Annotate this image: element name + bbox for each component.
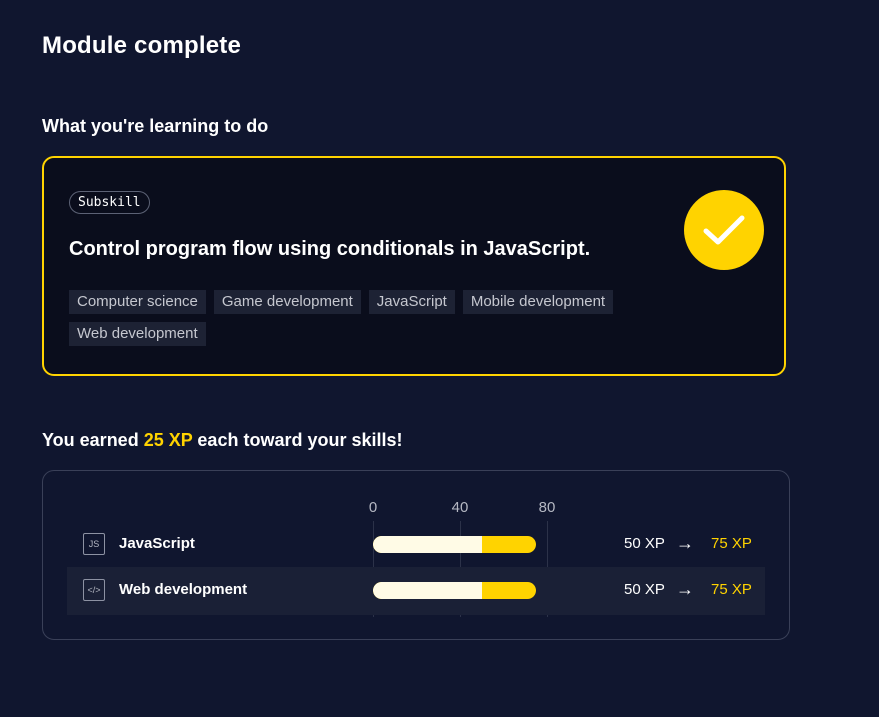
xp-heading-suffix: each toward your skills! bbox=[192, 430, 403, 450]
xp-before: 50 XP bbox=[624, 581, 665, 598]
xp-before: 50 XP bbox=[624, 535, 665, 552]
tag-list: Computer science Game development JavaSc… bbox=[69, 290, 649, 346]
subskill-title: Control program flow using conditionals … bbox=[69, 238, 591, 260]
completed-badge bbox=[684, 190, 764, 270]
arrow-right-icon: → bbox=[676, 533, 694, 553]
tag: Computer science bbox=[69, 290, 206, 314]
tag: Web development bbox=[69, 322, 206, 346]
xp-earned-heading: You earned 25 XP each toward your skills… bbox=[42, 430, 403, 451]
learning-section-label: What you're learning to do bbox=[42, 116, 269, 136]
xp-after: 75 XP bbox=[711, 535, 752, 552]
xp-previous-fill bbox=[373, 582, 482, 599]
xp-earned-amount: 25 XP bbox=[143, 430, 193, 450]
subskill-badge: Subskill bbox=[69, 191, 150, 214]
xp-heading-prefix: You earned bbox=[42, 430, 144, 450]
checkmark-icon bbox=[703, 215, 745, 245]
xp-progress-bar bbox=[373, 582, 537, 599]
xp-progress-bar bbox=[373, 536, 537, 553]
skill-row-web-development: </> Web development 50 XP → 75 XP bbox=[67, 567, 765, 615]
tag: Game development bbox=[213, 290, 361, 314]
skill-row-javascript: JS JavaScript 50 XP → 75 XP bbox=[67, 521, 765, 569]
subskill-card: Subskill Control program flow using cond… bbox=[42, 156, 786, 376]
js-file-icon: JS bbox=[83, 533, 105, 555]
axis-tick-label: 0 bbox=[368, 499, 378, 516]
axis-tick-label: 40 bbox=[451, 499, 469, 516]
page-title: Module complete bbox=[42, 32, 242, 59]
skill-name: JavaScript bbox=[119, 535, 195, 552]
axis-tick-label: 80 bbox=[538, 499, 556, 516]
xp-previous-fill bbox=[373, 536, 482, 553]
tag: Mobile development bbox=[462, 290, 614, 314]
code-window-icon: </> bbox=[83, 579, 105, 601]
arrow-right-icon: → bbox=[676, 579, 694, 599]
xp-after: 75 XP bbox=[711, 581, 752, 598]
skill-name: Web development bbox=[119, 581, 248, 598]
tag: JavaScript bbox=[368, 290, 455, 314]
xp-progress-card: 0 40 80 JS JavaScript 50 XP → 75 XP </> … bbox=[42, 470, 790, 640]
